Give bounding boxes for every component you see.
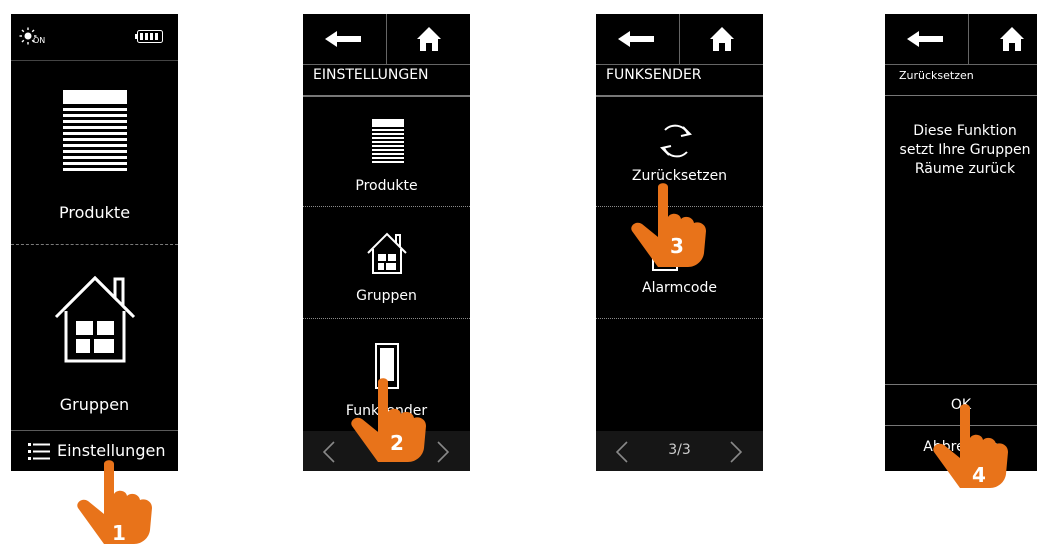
home-button[interactable]: [387, 14, 470, 64]
home-button[interactable]: [969, 14, 1037, 64]
products-item[interactable]: Produkte: [303, 97, 470, 205]
page-title: Zurücksetzen: [899, 69, 974, 82]
battery-icon: [135, 30, 163, 43]
home-icon: [416, 27, 441, 51]
divider: [596, 318, 763, 319]
step-badge: 2: [390, 431, 404, 455]
groups-label: Gruppen: [356, 288, 417, 304]
menu-list-icon: [28, 443, 50, 460]
step-badge: 1: [112, 521, 126, 544]
back-arrow-icon: [324, 31, 361, 47]
back-button[interactable]: [596, 14, 680, 64]
settings-label: Einstellungen: [57, 441, 166, 460]
step-badge: 4: [972, 463, 986, 487]
reset-label: Zurücksetzen: [631, 168, 728, 184]
pagination-bar: 3/3: [596, 431, 763, 471]
reset-message: Diese Funktion setzt Ihre Gruppen Räume …: [885, 122, 1037, 179]
pointing-hand-icon-step-3: 3: [631, 183, 706, 267]
groups-item[interactable]: Gruppen: [11, 245, 178, 430]
screen-reset-confirm: Zurücksetzen Diese Funktion setzt Ihre G…: [885, 14, 1037, 471]
back-button[interactable]: [885, 14, 969, 64]
home-icon: [1000, 27, 1024, 51]
blinds-icon: [63, 90, 127, 171]
back-arrow-icon: [906, 31, 943, 47]
on-indicator: ON: [33, 36, 46, 45]
page-title: FUNKSENDER: [606, 67, 702, 83]
home-icon: [709, 27, 734, 51]
message-line: Räume zurück: [914, 161, 1016, 177]
groups-item[interactable]: Gruppen: [303, 207, 470, 317]
step-badge: 3: [670, 234, 684, 258]
products-label: Produkte: [355, 178, 418, 194]
chevron-right-icon[interactable]: [730, 441, 742, 463]
refresh-icon: [660, 124, 692, 158]
products-item[interactable]: Produkte: [11, 61, 178, 244]
back-button[interactable]: [303, 14, 387, 64]
pointing-hand-icon-step-1: 1: [77, 460, 152, 544]
pointing-hand-icon-step-2: 2: [351, 378, 426, 462]
message-line: setzt Ihre Gruppen: [899, 142, 1031, 158]
house-icon: [54, 275, 136, 363]
screen-home: ON Produkte Gruppen Einstellungen: [11, 14, 178, 471]
alarm-code-label: Alarmcode: [642, 280, 717, 296]
page-title: EINSTELLUNGEN: [313, 67, 429, 83]
pointing-hand-icon-step-4: 4: [933, 404, 1008, 488]
home-button[interactable]: [680, 14, 763, 64]
groups-label: Gruppen: [59, 395, 130, 414]
status-bar: ON: [11, 14, 178, 60]
back-arrow-icon: [617, 31, 654, 47]
blinds-icon: [372, 119, 404, 163]
message-line: Diese Funktion: [913, 123, 1017, 139]
products-label: Produkte: [58, 203, 131, 222]
house-icon: [367, 232, 407, 274]
